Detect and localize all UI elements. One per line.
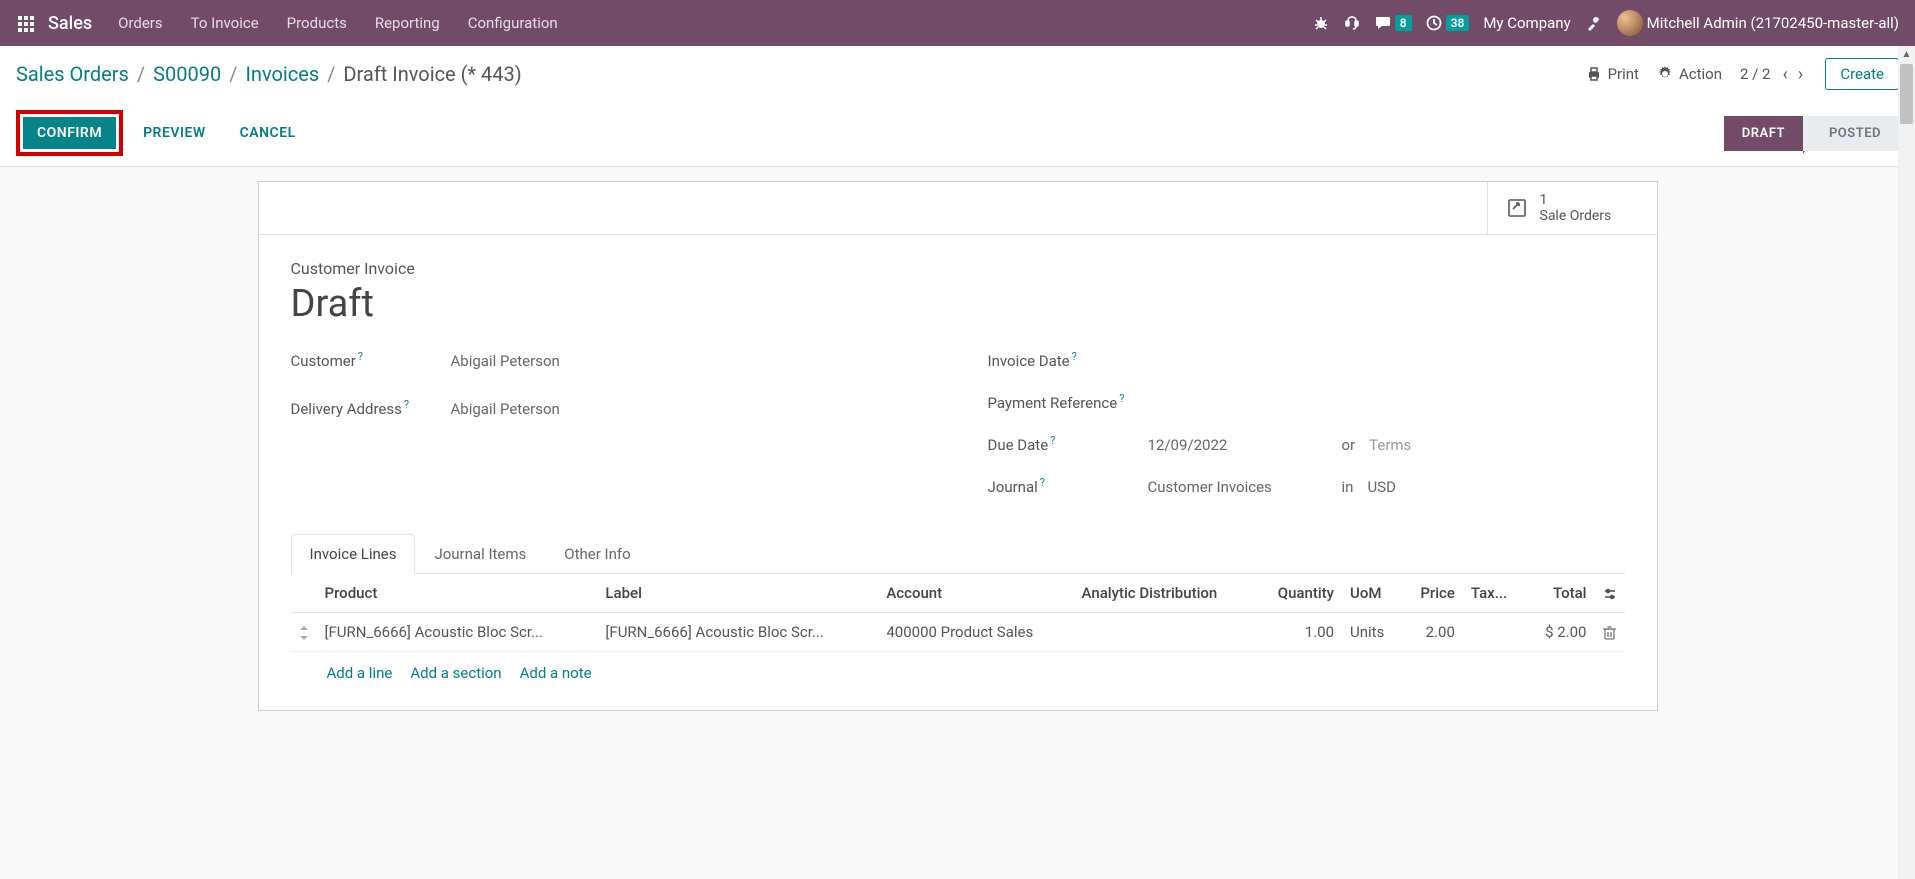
col-options-icon[interactable] (1595, 574, 1625, 613)
scrollbar-thumb[interactable] (1900, 64, 1913, 124)
title-label: Customer Invoice (291, 259, 1625, 278)
form-sheet: 1 Sale Orders Customer Invoice Draft Cus… (258, 181, 1658, 711)
stat-sale-orders[interactable]: 1 Sale Orders (1487, 182, 1657, 234)
top-navbar: Sales Orders To Invoice Products Reporti… (0, 0, 1915, 46)
messages-icon[interactable]: 8 (1375, 15, 1412, 31)
stat-label: Sale Orders (1540, 208, 1612, 224)
messages-badge: 8 (1395, 15, 1412, 31)
add-links: Add a line Add a section Add a note (291, 652, 1625, 694)
menu-products[interactable]: Products (273, 14, 361, 32)
title-value: Draft (291, 282, 1625, 326)
tab-invoice-lines[interactable]: Invoice Lines (291, 534, 416, 574)
avatar (1617, 10, 1643, 36)
support-icon[interactable] (1343, 14, 1361, 32)
breadcrumb-sales-orders[interactable]: Sales Orders (16, 62, 129, 86)
journal-in: in (1342, 478, 1354, 496)
terms-field[interactable]: Terms (1369, 436, 1411, 454)
drag-handle-icon[interactable] (291, 613, 317, 652)
print-button[interactable]: Print (1586, 65, 1639, 83)
apps-icon[interactable] (8, 14, 44, 32)
menu-orders[interactable]: Orders (104, 14, 177, 32)
col-total[interactable]: Total (1526, 574, 1595, 613)
cell-taxes[interactable] (1463, 613, 1526, 652)
delivery-field[interactable]: Abigail Peterson (451, 400, 928, 418)
col-uom[interactable]: UoM (1342, 574, 1402, 613)
statusbar: DRAFT POSTED (1724, 116, 1899, 151)
currency-field[interactable]: USD (1367, 478, 1395, 496)
invoice-lines-table: Product Label Account Analytic Distribut… (291, 574, 1625, 652)
journal-field[interactable]: Customer Invoices (1148, 478, 1328, 496)
user-menu[interactable]: Mitchell Admin (21702450-master-all) (1617, 10, 1899, 36)
breadcrumb-invoices[interactable]: Invoices (245, 62, 319, 86)
cell-price[interactable]: 2.00 (1402, 613, 1463, 652)
due-date-label: Due Date? (988, 434, 1148, 454)
action-button[interactable]: Action (1657, 65, 1722, 83)
col-account[interactable]: Account (878, 574, 1073, 613)
customer-field[interactable]: Abigail Peterson (451, 352, 928, 370)
pager-value[interactable]: 2 / 2 (1740, 65, 1771, 83)
col-analytic[interactable]: Analytic Distribution (1074, 574, 1256, 613)
tabs: Invoice Lines Journal Items Other Info (291, 534, 1625, 574)
col-product[interactable]: Product (317, 574, 598, 613)
control-panel: Sales Orders / S00090 / Invoices / Draft… (0, 46, 1915, 167)
pager-next[interactable]: › (1794, 64, 1807, 85)
tab-journal-items[interactable]: Journal Items (415, 534, 545, 574)
top-menu: Orders To Invoice Products Reporting Con… (104, 14, 572, 32)
menu-configuration[interactable]: Configuration (454, 14, 572, 32)
due-date-or: or (1342, 436, 1356, 454)
col-price[interactable]: Price (1402, 574, 1463, 613)
app-brand[interactable]: Sales (44, 13, 104, 34)
invoice-date-label: Invoice Date? (988, 350, 1148, 370)
company-switcher[interactable]: My Company (1483, 14, 1570, 32)
add-line-link[interactable]: Add a line (327, 664, 393, 682)
cell-analytic[interactable] (1074, 613, 1256, 652)
pager: 2 / 2 ‹ › (1740, 64, 1807, 85)
col-label[interactable]: Label (597, 574, 878, 613)
tools-icon[interactable] (1585, 14, 1603, 32)
menu-to-invoice[interactable]: To Invoice (177, 14, 273, 32)
cell-total[interactable]: $ 2.00 (1526, 613, 1595, 652)
cell-uom[interactable]: Units (1342, 613, 1402, 652)
breadcrumb-current: Draft Invoice (* 443) (343, 62, 521, 86)
activities-icon[interactable]: 38 (1426, 15, 1470, 31)
menu-reporting[interactable]: Reporting (361, 14, 454, 32)
col-taxes[interactable]: Tax... (1463, 574, 1526, 613)
stat-count: 1 (1540, 192, 1612, 208)
journal-label: Journal? (988, 476, 1148, 496)
breadcrumb-order[interactable]: S00090 (153, 62, 221, 86)
scrollbar-up-icon[interactable]: ▲ (1898, 46, 1915, 63)
cancel-button[interactable]: CANCEL (226, 117, 310, 149)
cell-quantity[interactable]: 1.00 (1255, 613, 1342, 652)
create-button[interactable]: Create (1825, 58, 1899, 90)
pager-prev[interactable]: ‹ (1779, 64, 1792, 85)
due-date-field[interactable]: 12/09/2022 (1148, 436, 1328, 454)
confirm-button[interactable]: CONFIRM (23, 117, 116, 149)
tab-other-info[interactable]: Other Info (545, 534, 649, 574)
user-name: Mitchell Admin (21702450-master-all) (1647, 14, 1899, 32)
activities-badge: 38 (1446, 15, 1470, 31)
delete-row-icon[interactable] (1595, 613, 1625, 652)
scrollbar[interactable]: ▲ (1898, 46, 1915, 879)
cell-account[interactable]: 400000 Product Sales (878, 613, 1073, 652)
preview-button[interactable]: PREVIEW (129, 117, 220, 149)
cell-label[interactable]: [FURN_6666] Acoustic Bloc Scr... (597, 613, 878, 652)
breadcrumb: Sales Orders / S00090 / Invoices / Draft… (16, 62, 522, 86)
table-row[interactable]: [FURN_6666] Acoustic Bloc Scr... [FURN_6… (291, 613, 1625, 652)
payment-ref-label: Payment Reference? (988, 392, 1148, 412)
add-section-link[interactable]: Add a section (410, 664, 501, 682)
cell-product[interactable]: [FURN_6666] Acoustic Bloc Scr... (317, 613, 598, 652)
debug-icon[interactable] (1313, 15, 1329, 31)
topbar-right: 8 38 My Company Mitchell Admin (21702450… (1313, 10, 1907, 36)
col-quantity[interactable]: Quantity (1255, 574, 1342, 613)
status-posted[interactable]: POSTED (1803, 116, 1899, 151)
confirm-highlight: CONFIRM (16, 110, 123, 156)
add-note-link[interactable]: Add a note (520, 664, 592, 682)
button-box: 1 Sale Orders (259, 182, 1657, 235)
delivery-label: Delivery Address? (291, 398, 451, 418)
status-draft[interactable]: DRAFT (1724, 116, 1803, 151)
customer-label: Customer? (291, 350, 451, 370)
